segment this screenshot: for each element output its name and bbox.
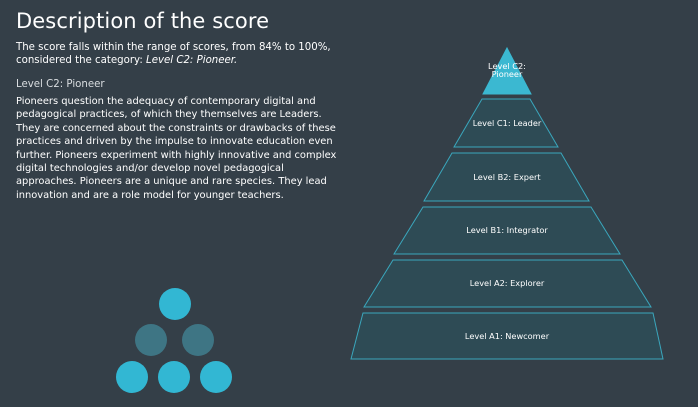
circle-top xyxy=(159,288,191,320)
level-description: Pioneers question the adequacy of contem… xyxy=(16,96,337,201)
pyramid-label-b1: Level B1: Integrator xyxy=(466,225,548,235)
score-category-line: considered the category: Level C2: Pione… xyxy=(16,54,346,67)
page-title: Description of the score xyxy=(16,9,270,33)
category-prefix: considered the category: xyxy=(16,55,147,66)
circles-pyramid-icon xyxy=(110,288,240,398)
level-heading: Level C2: Pioneer xyxy=(16,79,105,90)
pyramid-label-c2b: Pioneer xyxy=(492,69,523,79)
score-summary: The score falls within the range of scor… xyxy=(16,41,346,67)
category-name: Level C2: Pioneer. xyxy=(146,55,238,66)
pyramid-label-b2: Level B2: Expert xyxy=(473,172,541,182)
competence-pyramid: Level C2: Pioneer Level C1: Leader Level… xyxy=(350,46,664,360)
circle-middle-right xyxy=(182,324,214,356)
score-range-text: The score falls within the range of scor… xyxy=(16,42,331,53)
circle-middle-left xyxy=(135,324,167,356)
circle-bottom-right xyxy=(200,361,232,393)
pyramid-label-a1: Level A1: Newcomer xyxy=(465,331,550,341)
pyramid-label-c1: Level C1: Leader xyxy=(473,118,542,128)
pyramid-label-a2: Level A2: Explorer xyxy=(470,278,545,288)
circle-bottom-left xyxy=(116,361,148,393)
circle-bottom-center xyxy=(158,361,190,393)
